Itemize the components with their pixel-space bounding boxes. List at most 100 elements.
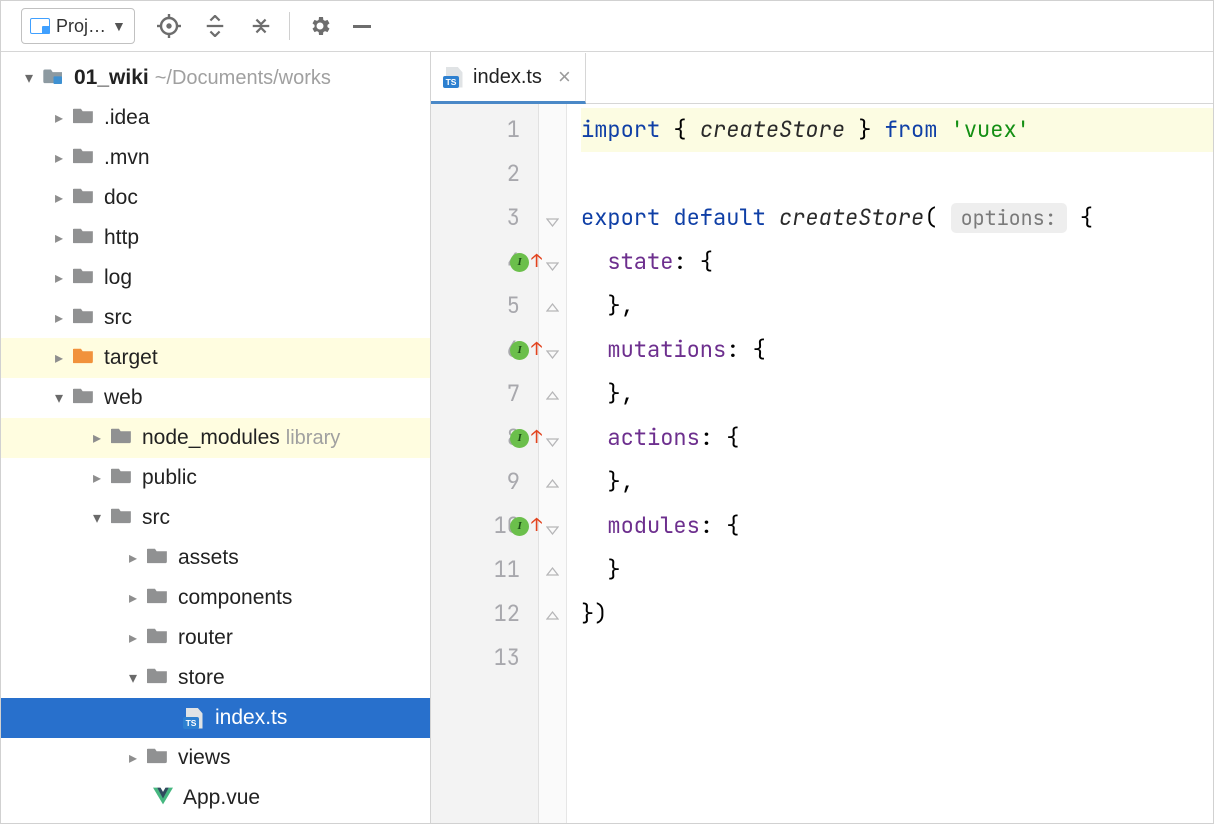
fold-open-icon[interactable] bbox=[546, 346, 559, 359]
tree-item-public[interactable]: ▸ public bbox=[1, 458, 430, 498]
fold-close-icon[interactable] bbox=[546, 610, 559, 623]
code-line: }, bbox=[581, 460, 1213, 504]
line-number: 1 bbox=[492, 108, 520, 152]
tree-label: public bbox=[142, 466, 197, 490]
folder-icon bbox=[147, 667, 168, 689]
tree-item-web-src[interactable]: ▾ src bbox=[1, 498, 430, 538]
editor-tabs: TS index.ts × bbox=[431, 52, 1213, 104]
line-number: 7 bbox=[492, 372, 520, 416]
tree-item-store[interactable]: ▾ store bbox=[1, 658, 430, 698]
code-line: }, bbox=[581, 372, 1213, 416]
tree-item-src[interactable]: ▸ src bbox=[1, 298, 430, 338]
tree-label: src bbox=[142, 506, 170, 530]
code-line: } bbox=[581, 548, 1213, 592]
toolbar-icon-group bbox=[157, 14, 273, 38]
tree-label: router bbox=[178, 626, 233, 650]
tree-item-http[interactable]: ▸ http bbox=[1, 218, 430, 258]
gutter-marker[interactable]: I↑ bbox=[510, 416, 542, 460]
vue-file-icon bbox=[153, 787, 173, 810]
minimize-icon[interactable] bbox=[350, 14, 374, 38]
code-line bbox=[581, 636, 1213, 680]
fold-open-icon[interactable] bbox=[546, 258, 559, 271]
project-tree[interactable]: ▾ 01_wiki ~/Documents/works ▸ .idea ▸ .m… bbox=[1, 52, 431, 823]
line-gutter[interactable]: 1 2 3 4 I↑ 5 6 I↑ 7 8 I↑ 9 10 I↑ 11 12 1… bbox=[431, 104, 539, 823]
fold-open-icon[interactable] bbox=[546, 214, 559, 227]
chevron-right-icon[interactable]: ▸ bbox=[87, 428, 107, 448]
fold-open-icon[interactable] bbox=[546, 434, 559, 447]
fold-column[interactable] bbox=[539, 104, 567, 823]
chevron-right-icon[interactable]: ▸ bbox=[49, 228, 69, 248]
tree-item-views[interactable]: ▸ views bbox=[1, 738, 430, 778]
code-line: mutations: { bbox=[581, 328, 1213, 372]
fold-close-icon[interactable] bbox=[546, 390, 559, 403]
tree-label: web bbox=[104, 386, 143, 410]
code-content[interactable]: import { createStore } from 'vuex' expor… bbox=[567, 104, 1213, 823]
view-dropdown[interactable]: Proj… ▼ bbox=[21, 8, 135, 44]
chevron-right-icon[interactable]: ▸ bbox=[49, 348, 69, 368]
tree-item-log[interactable]: ▸ log bbox=[1, 258, 430, 298]
editor-tab-index-ts[interactable]: TS index.ts × bbox=[431, 53, 586, 104]
chevron-right-icon[interactable]: ▸ bbox=[123, 748, 143, 768]
gear-icon[interactable] bbox=[308, 14, 332, 38]
tree-item-target[interactable]: ▸ target bbox=[1, 338, 430, 378]
folder-icon bbox=[73, 187, 94, 209]
chevron-down-icon[interactable]: ▾ bbox=[49, 388, 69, 408]
chevron-right-icon[interactable]: ▸ bbox=[123, 548, 143, 568]
close-icon[interactable]: × bbox=[558, 64, 571, 90]
project-window-icon bbox=[30, 18, 50, 34]
tree-note: library bbox=[286, 427, 340, 450]
chevron-right-icon[interactable]: ▸ bbox=[49, 268, 69, 288]
editor-area: TS index.ts × 1 2 3 4 I↑ 5 6 I↑ 7 8 I↑ 9… bbox=[431, 52, 1213, 823]
tree-item-components[interactable]: ▸ components bbox=[1, 578, 430, 618]
module-icon bbox=[43, 67, 64, 89]
tree-root[interactable]: ▾ 01_wiki ~/Documents/works bbox=[1, 58, 430, 98]
tree-item-index-ts[interactable]: TS index.ts bbox=[1, 698, 430, 738]
collapse-all-icon[interactable] bbox=[249, 14, 273, 38]
folder-icon bbox=[147, 627, 168, 649]
fold-close-icon[interactable] bbox=[546, 566, 559, 579]
chevron-right-icon[interactable]: ▸ bbox=[49, 108, 69, 128]
chevron-down-icon[interactable]: ▾ bbox=[123, 668, 143, 688]
folder-icon bbox=[73, 147, 94, 169]
split-pane: ▾ 01_wiki ~/Documents/works ▸ .idea ▸ .m… bbox=[1, 51, 1213, 823]
gutter-marker[interactable]: I↑ bbox=[510, 328, 542, 372]
line-number: 5 bbox=[492, 284, 520, 328]
chevron-down-icon[interactable]: ▾ bbox=[87, 508, 107, 528]
tree-label: 01_wiki bbox=[74, 66, 149, 90]
folder-icon bbox=[73, 267, 94, 289]
gutter-marker[interactable]: I↑ bbox=[510, 240, 542, 284]
typescript-file-icon: TS bbox=[183, 708, 205, 729]
chevron-right-icon[interactable]: ▸ bbox=[123, 588, 143, 608]
toolbar-divider bbox=[289, 12, 290, 40]
chevron-right-icon[interactable]: ▸ bbox=[49, 308, 69, 328]
locate-icon[interactable] bbox=[157, 14, 181, 38]
fold-open-icon[interactable] bbox=[546, 522, 559, 535]
chevron-right-icon[interactable]: ▸ bbox=[123, 628, 143, 648]
tree-label: target bbox=[104, 346, 158, 370]
tree-item-router[interactable]: ▸ router bbox=[1, 618, 430, 658]
tree-item-web[interactable]: ▾ web bbox=[1, 378, 430, 418]
code-line: }, bbox=[581, 284, 1213, 328]
tree-item-app-vue[interactable]: App.vue bbox=[1, 778, 430, 818]
tree-item-assets[interactable]: ▸ assets bbox=[1, 538, 430, 578]
tree-item-doc[interactable]: ▸ doc bbox=[1, 178, 430, 218]
tree-item-node-modules[interactable]: ▸ node_modules library bbox=[1, 418, 430, 458]
line-number: 12 bbox=[492, 592, 520, 636]
tree-label: .idea bbox=[104, 106, 150, 130]
fold-close-icon[interactable] bbox=[546, 302, 559, 315]
chevron-right-icon[interactable]: ▸ bbox=[87, 468, 107, 488]
chevron-right-icon[interactable]: ▸ bbox=[49, 188, 69, 208]
fold-close-icon[interactable] bbox=[546, 478, 559, 491]
chevron-down-icon[interactable]: ▾ bbox=[19, 68, 39, 88]
code-line: state: { bbox=[581, 240, 1213, 284]
code-line: import { createStore } from 'vuex' bbox=[581, 108, 1213, 152]
chevron-right-icon[interactable]: ▸ bbox=[49, 148, 69, 168]
tree-item-mvn[interactable]: ▸ .mvn bbox=[1, 138, 430, 178]
tab-filename: index.ts bbox=[473, 66, 542, 89]
tree-item-idea[interactable]: ▸ .idea bbox=[1, 98, 430, 138]
line-number: 13 bbox=[492, 636, 520, 680]
expand-all-icon[interactable] bbox=[203, 14, 227, 38]
toolbar-right-group bbox=[308, 14, 374, 38]
code-editor[interactable]: 1 2 3 4 I↑ 5 6 I↑ 7 8 I↑ 9 10 I↑ 11 12 1… bbox=[431, 104, 1213, 823]
gutter-marker[interactable]: I↑ bbox=[510, 504, 542, 548]
